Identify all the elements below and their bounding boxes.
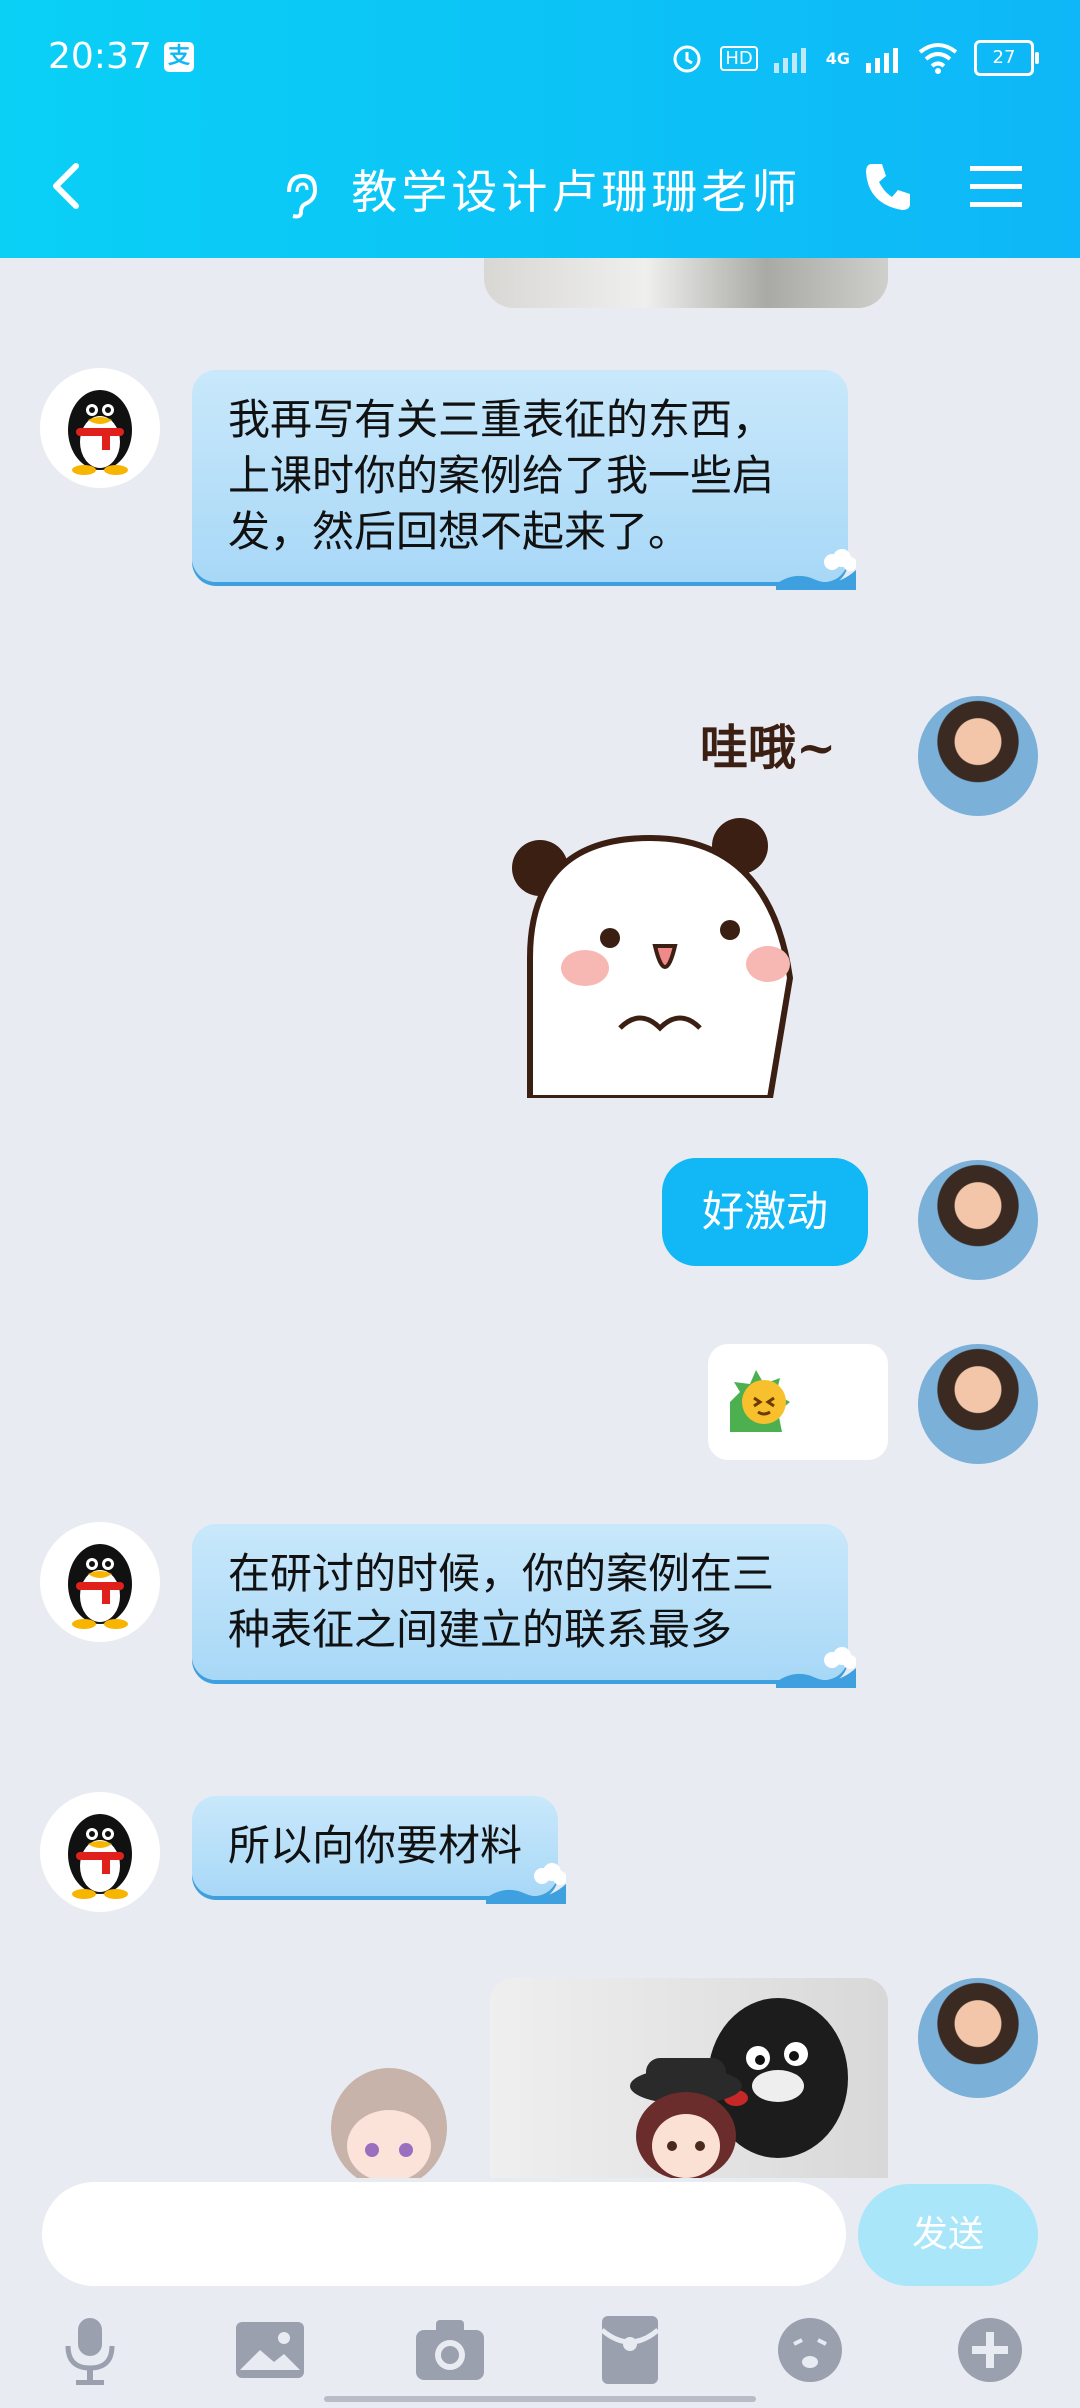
message-text: 所以向你要材料 (228, 1821, 523, 1870)
wifi-icon (918, 43, 958, 74)
avatar[interactable] (918, 1978, 1038, 2098)
hat-character-decoration (630, 2058, 742, 2178)
sticker-message[interactable]: 哇哦~ (500, 708, 880, 1098)
sticker-caption: 哇哦~ (700, 720, 837, 776)
avatar[interactable] (40, 368, 160, 488)
emoji-icon[interactable] (770, 2310, 850, 2390)
emoji-message[interactable] (708, 1344, 888, 1460)
mic-icon[interactable] (50, 2310, 130, 2390)
menu-icon[interactable] (966, 156, 1026, 216)
penguin-avatar-icon (68, 390, 132, 475)
status-bar: 20:37 支 HD 4G 27 (0, 0, 1080, 120)
chat-title-wrap[interactable]: 教学设计卢珊珊老师 (0, 156, 1080, 222)
avatar[interactable] (918, 1160, 1038, 1280)
avatar[interactable] (40, 1792, 160, 1912)
outgoing-message-bubble[interactable]: 好激动 (662, 1158, 869, 1266)
incoming-message-bubble[interactable]: 在研讨的时候，你的案例在三种表征之间建立的联系最多 (192, 1524, 856, 1688)
status-icons: HD 4G 27 (670, 36, 1039, 80)
signal-weak-icon (773, 48, 806, 73)
incoming-message-bubble[interactable]: 我再写有关三重表征的东西，上课时你的案例给了我一些启发，然后回想不起来了。 (192, 370, 856, 590)
phone-icon[interactable] (858, 156, 918, 216)
chat-area[interactable]: 我再写有关三重表征的东西，上课时你的案例给了我一些启发，然后回想不起来了。 哇哦… (0, 258, 1080, 2178)
page-title: 教学设计卢珊珊老师 (351, 165, 802, 219)
girl-character-decoration (331, 2068, 447, 2178)
image-message-partial[interactable] (484, 258, 888, 308)
pay-icon: 支 (164, 42, 194, 72)
avatar[interactable] (40, 1522, 160, 1642)
signal-icon (866, 48, 898, 73)
message-text: 好激动 (702, 1187, 829, 1236)
wave-decoration-icon (486, 1863, 567, 1904)
send-button[interactable]: 发送 (858, 2184, 1038, 2286)
avatar[interactable] (918, 696, 1038, 816)
battery-indicator: 27 (974, 40, 1039, 76)
message-input[interactable] (42, 2182, 846, 2286)
message-text: 我再写有关三重表征的东西，上课时你的案例给了我一些启发，然后回想不起来了。 (228, 395, 775, 556)
image-icon[interactable] (230, 2310, 310, 2390)
incoming-message-bubble[interactable]: 所以向你要材料 (192, 1796, 567, 1904)
camera-icon[interactable] (410, 2310, 490, 2390)
message-text: 在研讨的时候，你的案例在三种表征之间建立的联系最多 (228, 1549, 775, 1654)
wave-decoration-icon (776, 549, 856, 590)
home-indicator[interactable] (324, 2396, 756, 2402)
penguin-avatar-icon (68, 1814, 132, 1899)
sun-emoji-icon (730, 1370, 790, 1432)
red-packet-icon[interactable] (590, 2310, 670, 2390)
panda-sticker-icon (512, 818, 794, 1098)
status-time: 20:37 (48, 36, 152, 77)
plus-icon[interactable] (950, 2310, 1030, 2390)
hd-icon: HD (720, 45, 758, 71)
avatar[interactable] (918, 1344, 1038, 1464)
wave-decoration-icon (776, 1647, 856, 1688)
alarm-icon (673, 45, 701, 73)
chat-header: 教学设计卢珊珊老师 (0, 120, 1080, 258)
input-toolbar (0, 2310, 1080, 2390)
ear-icon (286, 173, 317, 219)
network-label: 4G (825, 48, 850, 68)
penguin-avatar-icon (68, 1544, 132, 1629)
